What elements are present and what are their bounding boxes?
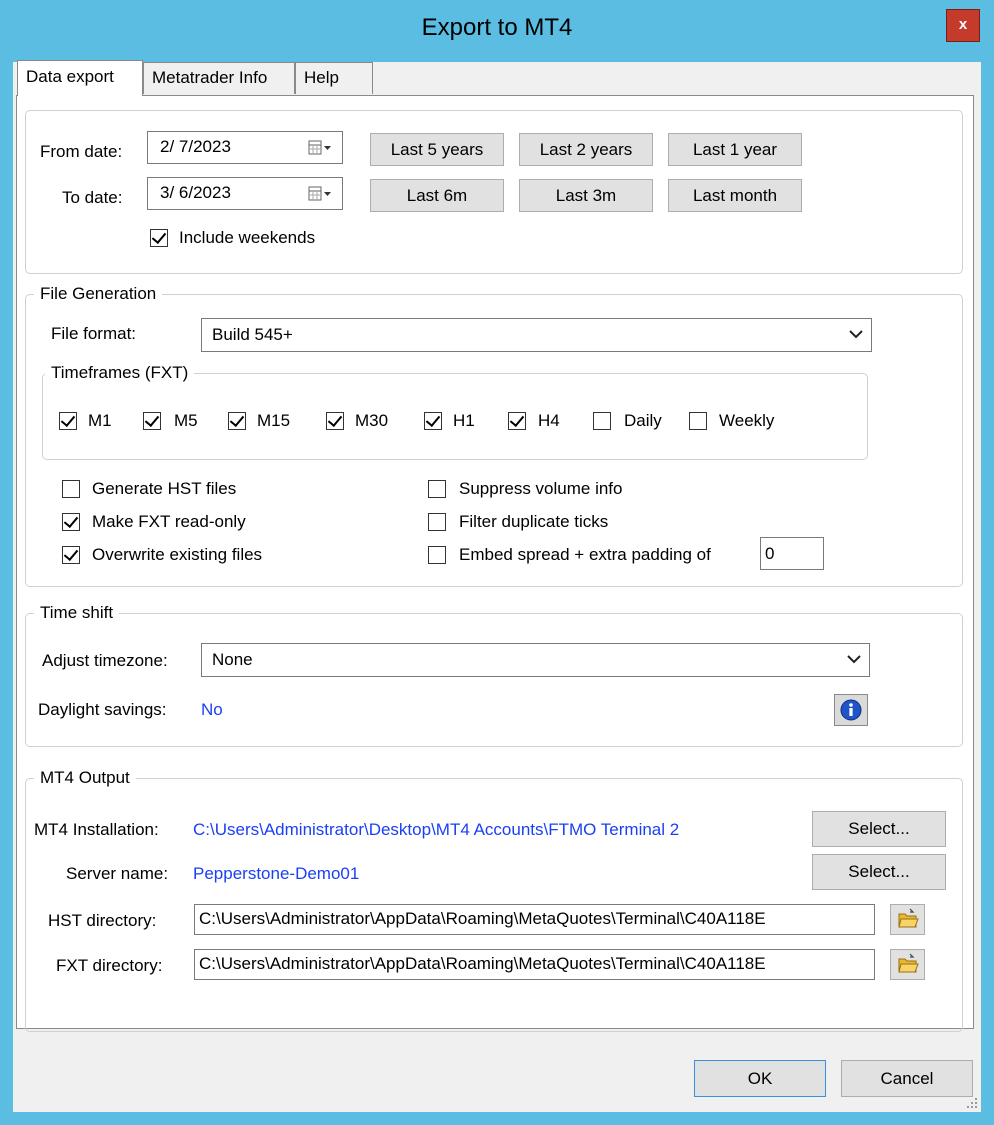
timeframe-h4-checkbox[interactable] (508, 412, 526, 430)
timeframe-daily-label: Daily (624, 411, 662, 430)
chevron-down-icon (849, 330, 863, 339)
calendar-dropdown-icon[interactable] (308, 186, 332, 202)
tab-data-export[interactable]: Data export (17, 60, 143, 96)
from-date-picker[interactable]: 2/ 7/2023 (147, 131, 343, 164)
timeframe-daily-checkbox[interactable] (593, 412, 611, 430)
overwrite-existing-checkbox[interactable] (62, 546, 80, 564)
adjust-timezone-label: Adjust timezone: (42, 651, 168, 670)
from-date-label: From date: (40, 142, 123, 161)
generate-hst-checkbox[interactable] (62, 480, 80, 498)
info-button[interactable] (834, 694, 868, 726)
padding-input[interactable]: 0 (760, 537, 824, 570)
timeframes-group: Timeframes (FXT) M1 M5 M15 M30 H1 H4 Dai… (42, 362, 868, 460)
data-export-panel: From date: 2/ 7/2023 To date: 3/ 6/2023 (16, 95, 974, 1032)
embed-spread-label: Embed spread + extra padding of (459, 545, 711, 564)
export-dialog: Export to MT4 x Data export Metatrader I… (6, 0, 988, 1119)
last-6m-button[interactable]: Last 6m (370, 179, 504, 212)
timeframe-m15-label: M15 (257, 411, 291, 430)
timeframe-h1-checkbox[interactable] (424, 412, 442, 430)
timeframe-m5-checkbox[interactable] (143, 412, 161, 430)
browse-fxt-button[interactable] (890, 949, 925, 980)
file-generation-title: File Generation (34, 283, 163, 305)
to-date-value: 3/ 6/2023 (160, 183, 231, 202)
filter-duplicate-label: Filter duplicate ticks (459, 512, 609, 531)
include-weekends-checkbox[interactable] (150, 229, 168, 247)
dialog-client: Data export Metatrader Info Help From da… (13, 60, 981, 1112)
ok-button[interactable]: OK (694, 1060, 826, 1097)
server-name-value: Pepperstone-Demo01 (193, 864, 360, 883)
last-1-year-button[interactable]: Last 1 year (668, 133, 802, 166)
daylight-savings-value: No (201, 700, 223, 719)
timeframes-title: Timeframes (FXT) (45, 362, 195, 384)
generate-hst-label: Generate HST files (92, 479, 237, 498)
padding-value: 0 (765, 544, 775, 563)
mt4-output-group: MT4 Output MT4 Installation: C:\Users\Ad… (25, 767, 963, 1032)
embed-spread-checkbox[interactable] (428, 546, 446, 564)
make-fxt-readonly-label: Make FXT read-only (92, 512, 246, 531)
folder-browse-icon (898, 953, 919, 973)
fxt-directory-value: C:\Users\Administrator\AppData\Roaming\M… (199, 954, 766, 973)
include-weekends-label: Include weekends (179, 228, 316, 247)
overwrite-existing-label: Overwrite existing files (92, 545, 263, 564)
make-fxt-readonly-checkbox[interactable] (62, 513, 80, 531)
mt4-installation-label: MT4 Installation: (34, 820, 159, 839)
file-format-label: File format: (51, 324, 137, 343)
fxt-directory-label: FXT directory: (56, 956, 163, 975)
filter-duplicate-checkbox[interactable] (428, 513, 446, 531)
adjust-timezone-select[interactable]: None (201, 643, 870, 677)
title-bar[interactable]: Export to MT4 x (6, 0, 988, 62)
suppress-volume-label: Suppress volume info (459, 479, 623, 498)
resize-grip-icon[interactable] (964, 1095, 978, 1109)
daylight-savings-label: Daylight savings: (38, 700, 167, 719)
timeframe-m15-checkbox[interactable] (228, 412, 246, 430)
select-server-button[interactable]: Select... (812, 854, 946, 890)
file-generation-group: File Generation File format: Build 545+ … (25, 283, 963, 587)
hst-directory-input[interactable]: C:\Users\Administrator\AppData\Roaming\M… (194, 904, 875, 935)
date-range-group: From date: 2/ 7/2023 To date: 3/ 6/2023 (25, 110, 963, 274)
suppress-volume-checkbox[interactable] (428, 480, 446, 498)
to-date-label: To date: (62, 188, 123, 207)
tab-metatrader-info[interactable]: Metatrader Info (143, 62, 295, 94)
server-name-label: Server name: (66, 864, 169, 883)
mt4-output-title: MT4 Output (34, 767, 136, 789)
last-month-button[interactable]: Last month (668, 179, 802, 212)
hst-directory-value: C:\Users\Administrator\AppData\Roaming\M… (199, 909, 766, 928)
folder-browse-icon (898, 908, 919, 928)
from-date-value: 2/ 7/2023 (160, 137, 231, 156)
adjust-timezone-value: None (212, 650, 253, 669)
timeframe-weekly-checkbox[interactable] (689, 412, 707, 430)
file-format-select[interactable]: Build 545+ (201, 318, 872, 352)
browse-hst-button[interactable] (890, 904, 925, 935)
timeframe-weekly-label: Weekly (719, 411, 775, 430)
timeframe-m1-checkbox[interactable] (59, 412, 77, 430)
timeframe-h4-label: H4 (538, 411, 560, 430)
info-icon (840, 699, 862, 721)
calendar-dropdown-icon[interactable] (308, 140, 332, 156)
timeframe-m5-label: M5 (174, 411, 198, 430)
timeframe-m30-checkbox[interactable] (326, 412, 344, 430)
fxt-directory-input[interactable]: C:\Users\Administrator\AppData\Roaming\M… (194, 949, 875, 980)
timeframe-m30-label: M30 (355, 411, 389, 430)
cancel-button[interactable]: Cancel (841, 1060, 973, 1097)
time-shift-group: Time shift Adjust timezone: None Dayligh… (25, 602, 963, 747)
last-2-years-button[interactable]: Last 2 years (519, 133, 653, 166)
last-3m-button[interactable]: Last 3m (519, 179, 653, 212)
select-installation-button[interactable]: Select... (812, 811, 946, 847)
last-5-years-button[interactable]: Last 5 years (370, 133, 504, 166)
time-shift-title: Time shift (34, 602, 120, 624)
window-title: Export to MT4 (421, 14, 573, 41)
timeframe-m1-label: M1 (88, 411, 112, 430)
close-button[interactable]: x (946, 9, 980, 42)
tab-help[interactable]: Help (295, 62, 373, 94)
mt4-installation-value: C:\Users\Administrator\Desktop\MT4 Accou… (193, 820, 680, 839)
chevron-down-icon (847, 655, 861, 664)
timeframe-h1-label: H1 (453, 411, 475, 430)
to-date-picker[interactable]: 3/ 6/2023 (147, 177, 343, 210)
file-format-value: Build 545+ (212, 325, 293, 344)
hst-directory-label: HST directory: (48, 911, 157, 930)
